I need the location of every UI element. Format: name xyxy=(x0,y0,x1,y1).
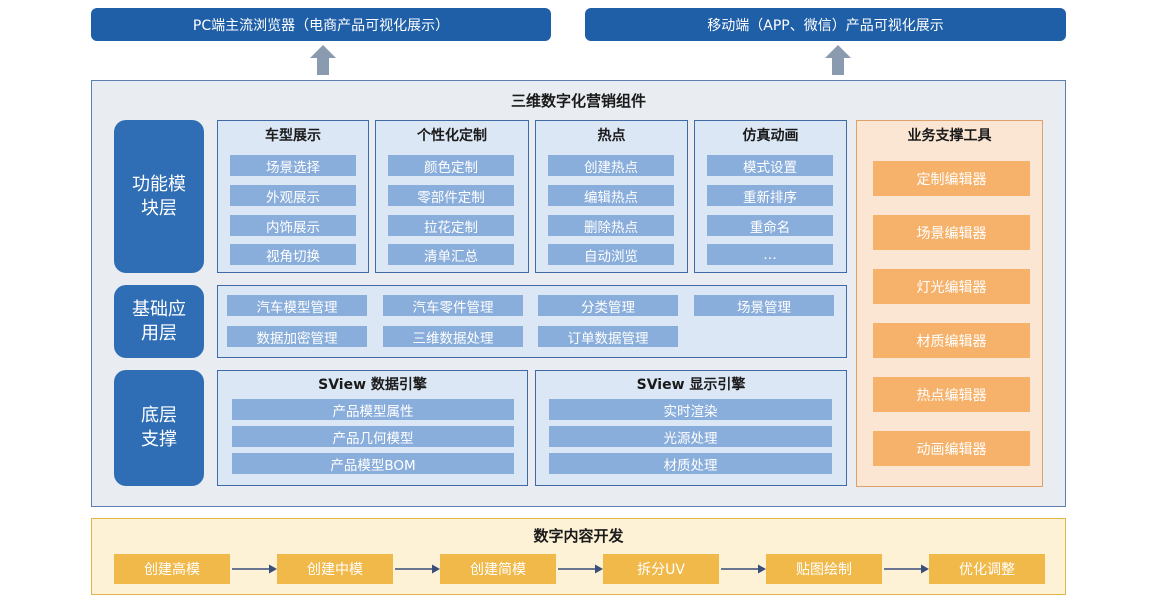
up-arrow-icon xyxy=(825,45,851,75)
list-item: 实时渲染 xyxy=(549,399,832,420)
list-item: 编辑热点 xyxy=(548,185,674,206)
process-step: 优化调整 xyxy=(929,554,1045,584)
list-item: 拉花定制 xyxy=(388,215,514,236)
display-engine-box: SView 显示引擎 实时渲染 光源处理 材质处理 xyxy=(535,370,847,486)
list-item: 产品几何模型 xyxy=(232,426,514,447)
right-arrow-icon xyxy=(395,564,440,574)
column-title: 仿真动画 xyxy=(742,128,799,144)
right-arrow-icon xyxy=(721,564,766,574)
biz-tools-panel: 业务支撑工具 定制编辑器 场景编辑器 灯光编辑器 材质编辑器 热点编辑器 动画编… xyxy=(856,120,1043,487)
biz-title: 业务支撑工具 xyxy=(907,128,992,144)
list-item: 材质处理 xyxy=(549,453,832,474)
list-item: 创建热点 xyxy=(548,155,674,176)
list-item: 自动浏览 xyxy=(548,244,674,265)
biz-tool-item: 定制编辑器 xyxy=(873,161,1030,196)
process-step: 创建简模 xyxy=(440,554,556,584)
list-item: 零部件定制 xyxy=(388,185,514,206)
list-item: 清单汇总 xyxy=(388,244,514,265)
engine-title: SView 显示引擎 xyxy=(636,377,746,393)
pc-browser-box: PC端主流浏览器（电商产品可视化展示） xyxy=(91,8,551,41)
list-item: 颜色定制 xyxy=(388,155,514,176)
content-dev-panel: 数字内容开发 创建高模 创建中模 创建简模 拆分UV 贴图绘制 优化调整 xyxy=(91,518,1066,595)
process-step: 拆分UV xyxy=(603,554,719,584)
process-step: 创建中模 xyxy=(277,554,393,584)
biz-tool-item: 材质编辑器 xyxy=(873,323,1030,358)
data-engine-box: SView 数据引擎 产品模型属性 产品几何模型 产品模型BOM xyxy=(217,370,528,486)
list-item: 订单数据管理 xyxy=(538,326,678,347)
func-layer-label: 功能模 块层 xyxy=(114,120,204,273)
mobile-box: 移动端（APP、微信）产品可视化展示 xyxy=(585,8,1066,41)
process-step: 创建高模 xyxy=(114,554,230,584)
list-item: … xyxy=(707,244,833,265)
list-item: 删除热点 xyxy=(548,215,674,236)
list-item: 视角切换 xyxy=(230,244,356,265)
biz-tool-item: 热点编辑器 xyxy=(873,377,1030,412)
func-column-animation: 仿真动画 模式设置 重新排序 重命名 … xyxy=(694,120,847,273)
biz-tool-item: 灯光编辑器 xyxy=(873,269,1030,304)
list-item: 场景选择 xyxy=(230,155,356,176)
engine-title: SView 数据引擎 xyxy=(318,377,427,393)
right-arrow-icon xyxy=(232,564,277,574)
func-column-car-display: 车型展示 场景选择 外观展示 内饰展示 视角切换 xyxy=(217,120,369,273)
biz-tool-item: 动画编辑器 xyxy=(873,431,1030,466)
list-item: 重命名 xyxy=(707,215,833,236)
column-title: 个性化定制 xyxy=(417,128,487,144)
column-title: 车型展示 xyxy=(265,128,321,144)
list-item: 外观展示 xyxy=(230,185,356,206)
base-layer-label: 基础应 用层 xyxy=(114,285,204,358)
column-title: 热点 xyxy=(597,128,626,144)
list-item: 光源处理 xyxy=(549,426,832,447)
content-dev-title: 数字内容开发 xyxy=(533,526,624,545)
list-item: 场景管理 xyxy=(694,295,834,316)
func-column-hotspot: 热点 创建热点 编辑热点 删除热点 自动浏览 xyxy=(535,120,688,273)
panel-title: 三维数字化营销组件 xyxy=(510,91,646,110)
list-item: 三维数据处理 xyxy=(383,326,523,347)
list-item: 分类管理 xyxy=(538,295,678,316)
up-arrow-icon xyxy=(310,45,336,75)
func-column-customization: 个性化定制 颜色定制 零部件定制 拉花定制 清单汇总 xyxy=(375,120,529,273)
list-item: 内饰展示 xyxy=(230,215,356,236)
list-item: 数据加密管理 xyxy=(227,326,367,347)
list-item: 产品模型属性 xyxy=(232,399,514,420)
list-item: 产品模型BOM xyxy=(232,453,514,474)
list-item: 汽车零件管理 xyxy=(383,295,523,316)
process-step: 贴图绘制 xyxy=(766,554,882,584)
list-item: 汽车模型管理 xyxy=(227,295,367,316)
bottom-layer-label: 底层 支撑 xyxy=(114,370,204,486)
biz-tool-item: 场景编辑器 xyxy=(873,215,1030,250)
list-item: 重新排序 xyxy=(707,185,833,206)
list-item: 模式设置 xyxy=(707,155,833,176)
right-arrow-icon xyxy=(558,564,603,574)
right-arrow-icon xyxy=(884,564,929,574)
base-layer-box: 汽车模型管理 汽车零件管理 分类管理 场景管理 数据加密管理 三维数据处理 订单… xyxy=(217,285,847,358)
